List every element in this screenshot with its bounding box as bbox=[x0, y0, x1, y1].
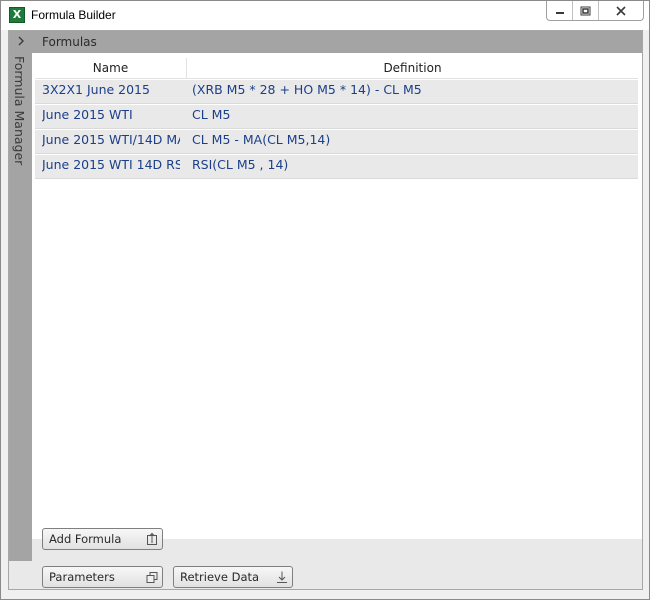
parameters-icon bbox=[146, 572, 158, 583]
table-row[interactable]: June 2015 WTI CL M5 bbox=[35, 105, 638, 129]
column-header-definition[interactable]: Definition bbox=[187, 58, 638, 78]
window-controls bbox=[546, 1, 644, 21]
close-button[interactable] bbox=[599, 1, 643, 20]
restore-icon bbox=[580, 6, 591, 15]
row-definition-cell: CL M5 - MA(CL M5,14) bbox=[192, 132, 331, 147]
formulas-panel-title: Formulas bbox=[42, 35, 97, 49]
formula-manager-label: Formula Manager bbox=[12, 56, 27, 166]
title-bar[interactable]: X Formula Builder bbox=[1, 1, 649, 30]
row-name-cell: 3X2X1 June 2015 bbox=[42, 82, 150, 97]
row-name-cell: June 2015 WTI bbox=[42, 107, 133, 122]
retrieve-data-label: Retrieve Data bbox=[180, 570, 260, 584]
retrieve-data-button[interactable]: Retrieve Data bbox=[173, 566, 293, 588]
row-name-cell: June 2015 WTI/14D MA bbox=[42, 132, 180, 147]
table-row[interactable]: 3X2X1 June 2015 (XRB M5 * 28 + HO M5 * 1… bbox=[35, 80, 638, 104]
row-definition-cell: (XRB M5 * 28 + HO M5 * 14) - CL M5 bbox=[192, 82, 422, 97]
row-definition-cell: RSI(CL M5 , 14) bbox=[192, 157, 289, 172]
excel-app-icon[interactable]: X bbox=[9, 7, 25, 23]
close-icon bbox=[616, 5, 626, 16]
download-arrow-icon bbox=[277, 571, 287, 583]
formula-builder-window: X Formula Builder Formula Manager Formul… bbox=[0, 0, 650, 600]
formulas-grid: Name Definition 3X2X1 June 2015 (XRB M5 … bbox=[32, 53, 642, 539]
add-formula-label: Add Formula bbox=[49, 532, 122, 546]
add-formula-icon bbox=[147, 532, 157, 545]
row-name-cell: June 2015 WTI 14D RSI bbox=[42, 157, 180, 172]
table-row[interactable]: June 2015 WTI 14D RSI RSI(CL M5 , 14) bbox=[35, 155, 638, 179]
grid-header: Name Definition bbox=[35, 58, 638, 79]
row-definition-cell: CL M5 bbox=[192, 107, 231, 122]
parameters-button[interactable]: Parameters bbox=[42, 566, 163, 588]
table-row[interactable]: June 2015 WTI/14D MA CL M5 - MA(CL M5,14… bbox=[35, 130, 638, 154]
minimize-button[interactable] bbox=[547, 1, 573, 20]
parameters-label: Parameters bbox=[49, 570, 115, 584]
chevron-right-icon[interactable] bbox=[15, 35, 27, 47]
add-formula-button[interactable]: Add Formula bbox=[42, 528, 163, 550]
formulas-panel-header: Formulas bbox=[32, 31, 642, 53]
content-area: Formula Manager Formulas Name Definition… bbox=[8, 30, 643, 590]
formula-manager-tab[interactable]: Formula Manager bbox=[9, 31, 32, 561]
window-title: Formula Builder bbox=[31, 8, 116, 22]
restore-button[interactable] bbox=[573, 1, 599, 20]
minimize-icon bbox=[555, 11, 564, 14]
column-header-name[interactable]: Name bbox=[35, 58, 187, 78]
